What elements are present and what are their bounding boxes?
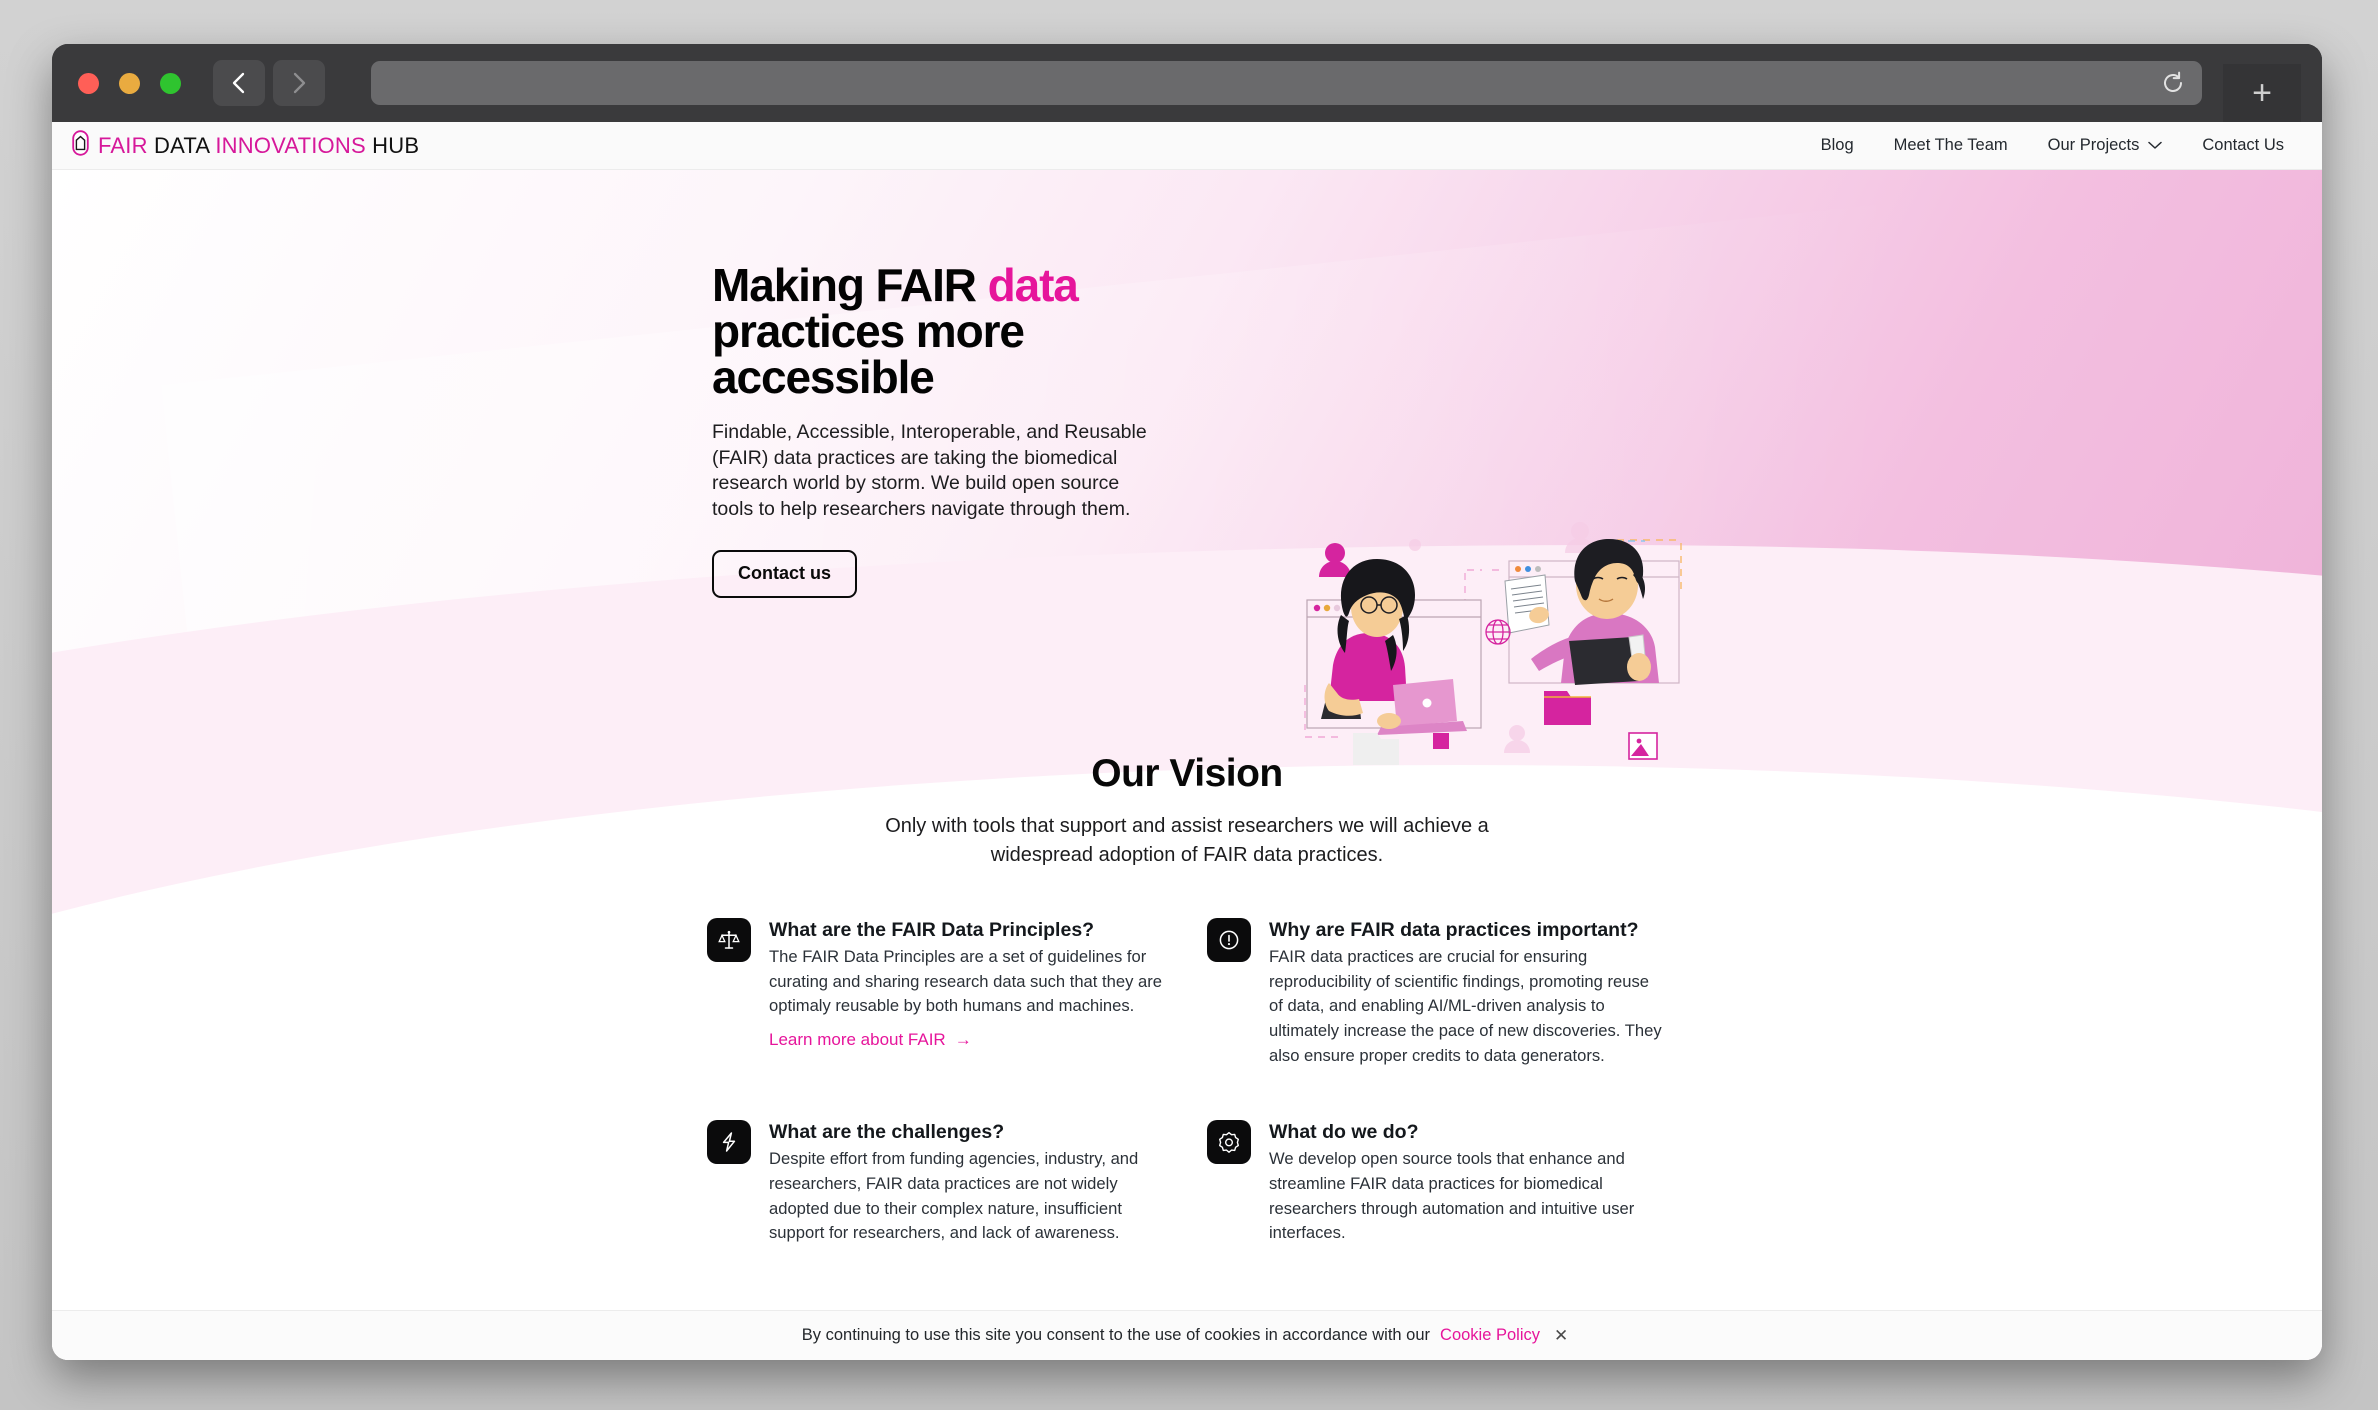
forward-button[interactable]: [273, 60, 325, 106]
card-title: What are the FAIR Data Principles?: [769, 918, 1095, 941]
brand-part-fair: FAIR: [98, 132, 155, 158]
card-title: What do we do?: [1269, 1121, 1419, 1144]
page-viewport: FAIR DATA INNOVATIONS HUB Blog Meet The …: [52, 122, 2322, 1360]
card-text: We develop open source tools that enhanc…: [1269, 1149, 1635, 1243]
gear-icon: [1207, 1120, 1251, 1165]
lightning-bolt-icon: [707, 1120, 751, 1165]
brand-wordmark: FAIR DATA INNOVATIONS HUB: [98, 133, 419, 159]
site-logo[interactable]: FAIR DATA INNOVATIONS HUB: [72, 130, 419, 161]
exclamation-circle-icon: [1207, 917, 1251, 962]
globe-icon: [1485, 619, 1511, 645]
card-body: What are the FAIR Data Principles? The F…: [769, 918, 1169, 1068]
navigation-buttons: [213, 60, 325, 106]
user-icon: [1319, 543, 1351, 577]
address-bar[interactable]: [371, 61, 2202, 105]
card-title: Why are FAIR data practices important?: [1269, 918, 1639, 941]
hero-section: Making FAIR data practices more accessib…: [52, 170, 2322, 765]
balance-scale-icon: [707, 917, 751, 962]
maximize-window-button[interactable]: [160, 72, 181, 94]
reload-button[interactable]: [2160, 70, 2186, 96]
browser-window: + FAIR DATA INNOVATIONS HUB Blog Meet Th…: [52, 44, 2322, 1360]
nav-item-blog[interactable]: Blog: [1821, 136, 1854, 155]
brand-part-innovations: INNOVATIONS: [215, 132, 373, 158]
cookie-consent-banner: By continuing to use this site you conse…: [52, 1310, 2322, 1360]
card-text: FAIR data practices are crucial for ensu…: [1269, 947, 1662, 1065]
arrow-right-icon: →: [954, 1029, 972, 1049]
brand-part-data: DATA: [154, 132, 216, 158]
reload-icon: [2164, 71, 2182, 92]
new-tab-area: +: [2202, 44, 2322, 122]
nav-item-label: Our Projects: [2047, 136, 2140, 154]
vision-cards: What are the FAIR Data Principles? The F…: [707, 917, 1667, 1246]
window-controls: [78, 72, 181, 94]
cookie-policy-link[interactable]: Cookie Policy: [1440, 1326, 1540, 1345]
vision-subheading: Only with tools that support and assist …: [885, 814, 1489, 866]
cookie-banner-text: By continuing to use this site you conse…: [801, 1326, 1431, 1344]
vision-card-what-we-do: What do we do? We develop open source to…: [1207, 1120, 1667, 1246]
card-text: The FAIR Data Principles are a set of gu…: [769, 947, 1162, 1016]
main-navigation: Blog Meet The Team Our Projects Contact …: [1821, 136, 2284, 155]
minimize-window-button[interactable]: [119, 72, 140, 94]
vision-heading: Our Vision: [1091, 751, 1283, 795]
card-title: What are the challenges?: [769, 1121, 1005, 1144]
capsule-logo-icon: [72, 130, 89, 161]
hero-heading-accent: data: [987, 259, 1079, 311]
vision-card-why-important: Why are FAIR data practices important? F…: [1207, 917, 1667, 1068]
chevron-right-icon: [289, 71, 309, 95]
nav-item-our-projects[interactable]: Our Projects: [2048, 136, 2163, 155]
card-body: What do we do? We develop open source to…: [1269, 1120, 1667, 1246]
learn-more-about-fair-link[interactable]: Learn more about FAIR →: [769, 1030, 972, 1050]
nav-item-label: Meet The Team: [1893, 136, 2008, 154]
contact-us-button[interactable]: Contact us: [712, 549, 858, 598]
hero-heading: Making FAIR data practices more accessib…: [712, 262, 1182, 400]
card-body: What are the challenges? Despite effort …: [769, 1120, 1169, 1246]
folder-icon-pink: [1544, 691, 1591, 725]
nav-item-meet-the-team[interactable]: Meet The Team: [1894, 136, 2008, 155]
square-accent-icon: [1433, 733, 1449, 749]
back-button[interactable]: [213, 60, 265, 106]
browser-toolbar: +: [52, 44, 2322, 122]
site-header: FAIR DATA INNOVATIONS HUB Blog Meet The …: [52, 122, 2322, 170]
card-body: Why are FAIR data practices important? F…: [1269, 918, 1667, 1068]
hero-heading-line1: Making FAIR: [712, 259, 988, 311]
desktop-background: + FAIR DATA INNOVATIONS HUB Blog Meet Th…: [0, 0, 2378, 1410]
chevron-left-icon: [229, 71, 249, 95]
document-illustration: [1504, 574, 1550, 634]
vision-card-challenges: What are the challenges? Despite effort …: [707, 1120, 1207, 1246]
page-body: Making FAIR data practices more accessib…: [52, 170, 2322, 1360]
close-icon[interactable]: ✕: [1550, 1326, 1572, 1346]
card-text: Despite effort from funding agencies, in…: [769, 1149, 1139, 1243]
hero-heading-line2: practices more: [712, 305, 1025, 357]
nav-item-contact-us[interactable]: Contact Us: [2202, 136, 2284, 155]
chevron-down-icon: [2148, 136, 2163, 155]
hero-heading-line3: accessible: [712, 351, 935, 403]
new-tab-button[interactable]: +: [2223, 64, 2301, 122]
nav-item-label: Contact Us: [2202, 136, 2284, 154]
hero-paragraph: Findable, Accessible, Interoperable, and…: [712, 421, 1147, 521]
vision-card-fair-principles: What are the FAIR Data Principles? The F…: [707, 917, 1207, 1068]
page-content: Making FAIR data practices more accessib…: [52, 170, 2322, 1246]
card-link-label: Learn more about FAIR: [769, 1029, 946, 1049]
brand-part-hub: HUB: [372, 132, 420, 158]
vision-section: Our Vision Only with tools that support …: [52, 752, 2322, 1246]
nav-item-label: Blog: [1820, 136, 1854, 154]
close-window-button[interactable]: [78, 72, 99, 94]
hero-copy: Making FAIR data practices more accessib…: [712, 262, 1182, 598]
